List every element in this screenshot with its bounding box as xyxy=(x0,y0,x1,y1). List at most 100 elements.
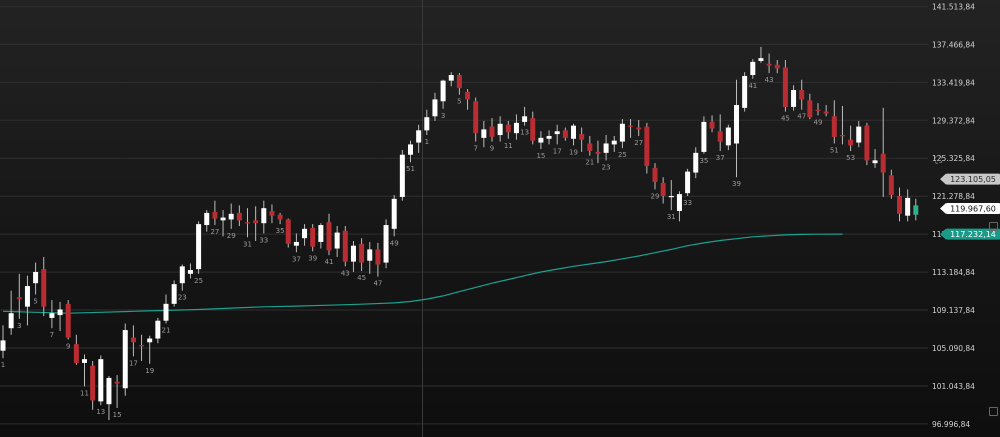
candle-body xyxy=(815,109,821,111)
candle-label: 5 xyxy=(457,98,461,106)
candle-body xyxy=(742,75,748,108)
candle-label: 17 xyxy=(129,359,138,367)
candle-body xyxy=(310,227,316,247)
candle-body xyxy=(245,222,250,224)
candle-body xyxy=(481,129,487,138)
y-tick-label: 129.372,84 xyxy=(932,116,975,125)
candle-label: 49 xyxy=(390,239,399,247)
candle-body xyxy=(644,126,650,166)
candle-body xyxy=(147,338,153,343)
candle-body xyxy=(701,121,707,152)
candle-body xyxy=(171,284,177,304)
candle-label: 53 xyxy=(846,154,855,162)
candle-body xyxy=(24,286,30,307)
candle-label: 51 xyxy=(830,146,839,154)
candle-body xyxy=(831,116,837,137)
candle-label: 3 xyxy=(441,112,445,120)
candle-label: 41 xyxy=(748,82,757,90)
candle-body xyxy=(383,225,389,263)
candle-label: 41 xyxy=(325,258,334,266)
candle-body xyxy=(122,330,128,389)
price-badge-label: 119.967,60 xyxy=(950,204,996,213)
candle-label: 29 xyxy=(651,192,660,200)
candle-label: 9 xyxy=(66,342,70,350)
candle-body xyxy=(424,117,430,131)
candle-body xyxy=(546,135,552,139)
candlestick-chart[interactable]: 1 3 5 7 9 11 13 15 17 19 21 23 25 27 29 31 33 35 37 39 41 43 4… xyxy=(0,0,1000,437)
crosshair-icon[interactable]: ⛶ xyxy=(934,157,943,166)
candle-body xyxy=(774,64,780,69)
candle-body xyxy=(693,152,699,173)
candle-body xyxy=(652,167,658,182)
candle-body xyxy=(73,344,79,363)
candle-body xyxy=(269,210,275,216)
price-badge-pointer xyxy=(940,173,946,185)
candle-body xyxy=(872,160,878,164)
candle-body xyxy=(90,365,96,401)
candle-body xyxy=(196,224,202,270)
candle-body xyxy=(717,131,723,142)
candle-body xyxy=(709,121,715,129)
candle-body xyxy=(636,127,642,130)
candle-label: 25 xyxy=(194,277,203,285)
candle-label: 49 xyxy=(814,118,823,126)
candle-label: 21 xyxy=(162,327,171,335)
candle-body xyxy=(16,297,22,300)
y-tick-label: 109.137,84 xyxy=(932,306,975,315)
candle-label: 7 xyxy=(473,145,477,153)
candle-body xyxy=(807,100,813,118)
candle-label: 39 xyxy=(308,254,317,262)
candle-body xyxy=(375,249,381,265)
candle-body xyxy=(98,359,104,402)
candle-body xyxy=(611,140,617,145)
candle-label: 5 xyxy=(33,297,37,305)
candle-body xyxy=(456,75,462,89)
candle-label: 35 xyxy=(276,227,285,235)
candle-body xyxy=(791,90,797,107)
candle-label: 7 xyxy=(50,331,54,339)
candle-body xyxy=(497,123,503,136)
y-tick-label: 101.043,84 xyxy=(932,382,975,391)
y-tick-label: 141.513,84 xyxy=(932,2,975,11)
candle-body xyxy=(823,111,829,114)
candle-body xyxy=(571,125,576,139)
candle-body xyxy=(668,195,674,198)
candle-body xyxy=(261,208,267,224)
price-badge-label: 123.105,05 xyxy=(950,175,996,184)
candle-body xyxy=(603,143,609,153)
candle-label: 39 xyxy=(732,180,741,188)
candle-body xyxy=(342,230,348,262)
candle-body xyxy=(538,137,544,143)
candle-body xyxy=(408,144,413,155)
y-tick-label: 105.090,84 xyxy=(932,344,975,353)
collapse-icon[interactable] xyxy=(989,222,998,231)
candle-body xyxy=(220,217,226,221)
candle-body xyxy=(628,125,634,127)
candle-label: 17 xyxy=(553,147,562,155)
candle-body xyxy=(416,130,422,143)
y-tick-label: 133.419,84 xyxy=(932,78,975,87)
candle-body xyxy=(782,67,788,107)
candle-body xyxy=(293,241,299,246)
candle-label: 21 xyxy=(585,159,594,167)
candle-body xyxy=(448,75,454,81)
candle-body xyxy=(897,195,902,214)
candle-body xyxy=(391,198,397,229)
candle-label: 43 xyxy=(765,76,774,84)
candle-label: 11 xyxy=(80,389,89,397)
chart-canvas[interactable]: 135791113 15171921232527 2931 333537 39 41434… xyxy=(0,0,1000,437)
candle-body xyxy=(155,320,161,339)
candle-body xyxy=(326,222,332,251)
candle-body xyxy=(253,220,259,224)
candle-label: 15 xyxy=(113,411,122,419)
candle-body xyxy=(318,225,324,242)
candle-body xyxy=(848,139,854,146)
candle-body xyxy=(676,194,682,211)
y-axis[interactable]: 141.513,84 137.466,84 133.419,84 129.372,84… xyxy=(932,2,975,428)
expand-icon[interactable] xyxy=(989,407,998,416)
candle-label: 27 xyxy=(210,228,219,236)
candle-body xyxy=(432,99,438,117)
candle-body xyxy=(734,105,739,144)
candle-label: 19 xyxy=(569,148,578,156)
candle-label: 11 xyxy=(504,142,513,150)
